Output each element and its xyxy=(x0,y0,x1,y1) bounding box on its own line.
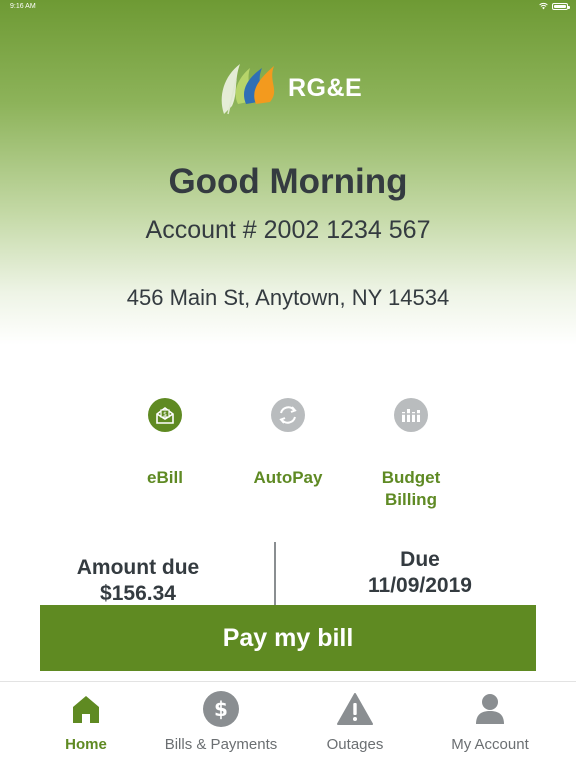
svg-text:$: $ xyxy=(214,697,228,721)
amount-due-label: Amount due xyxy=(76,556,200,579)
feature-label-line: Budget xyxy=(381,468,441,487)
ebill-envelope-icon: $ xyxy=(148,398,182,432)
due-date-label: Due xyxy=(400,548,440,571)
flame-leaf-logo-icon xyxy=(221,64,275,115)
user-icon xyxy=(471,690,509,728)
feature-ebill[interactable]: $ eBill xyxy=(105,398,225,489)
account-number: Account # 2002 1234 567 xyxy=(145,216,431,244)
greeting-title: Good Morning xyxy=(168,162,408,201)
feature-label: Budget Billing xyxy=(351,467,471,511)
feature-label: eBill xyxy=(147,468,183,487)
service-address: 456 Main St, Anytown, NY 14534 xyxy=(126,285,450,310)
status-bar: 9:16 AM xyxy=(0,0,576,14)
feature-label-line: Billing xyxy=(385,490,437,509)
home-icon xyxy=(67,690,105,728)
feature-autopay[interactable]: AutoPay xyxy=(228,398,348,489)
due-date-block: Due 11/09/2019 xyxy=(330,548,510,598)
tab-home[interactable]: Home xyxy=(21,690,151,753)
feature-label: AutoPay xyxy=(253,468,323,487)
brand-name: RG&E xyxy=(288,73,363,102)
tab-label: My Account xyxy=(451,736,529,753)
autopay-cycle-icon xyxy=(271,398,305,432)
amount-due-value: $156.34 xyxy=(100,582,176,605)
warning-icon xyxy=(336,690,374,728)
status-icons xyxy=(539,2,570,10)
due-date-value: 11/09/2019 xyxy=(368,574,472,597)
battery-icon xyxy=(552,2,570,10)
budget-billing-icon xyxy=(394,398,428,432)
svg-text:$: $ xyxy=(163,411,167,418)
pay-my-bill-button[interactable]: Pay my bill xyxy=(40,605,536,671)
tab-label: Bills & Payments xyxy=(164,736,278,753)
status-time: 9:16 AM xyxy=(10,3,36,10)
bottom-tab-bar: Home $ Bills & Payments Outages My Accou… xyxy=(0,681,576,768)
tab-my-account[interactable]: My Account xyxy=(425,690,555,753)
tab-label: Outages xyxy=(326,736,384,753)
dollar-icon: $ xyxy=(202,690,240,728)
summary-divider xyxy=(274,542,276,606)
tab-label: Home xyxy=(65,736,107,753)
amount-due-block: Amount due $156.34 xyxy=(60,556,216,606)
tab-bills-payments[interactable]: $ Bills & Payments xyxy=(156,690,286,753)
feature-budget-billing[interactable]: Budget Billing xyxy=(351,398,471,511)
wifi-icon xyxy=(539,2,548,10)
tab-outages[interactable]: Outages xyxy=(290,690,420,753)
rge-logo: RG&E xyxy=(218,60,362,116)
